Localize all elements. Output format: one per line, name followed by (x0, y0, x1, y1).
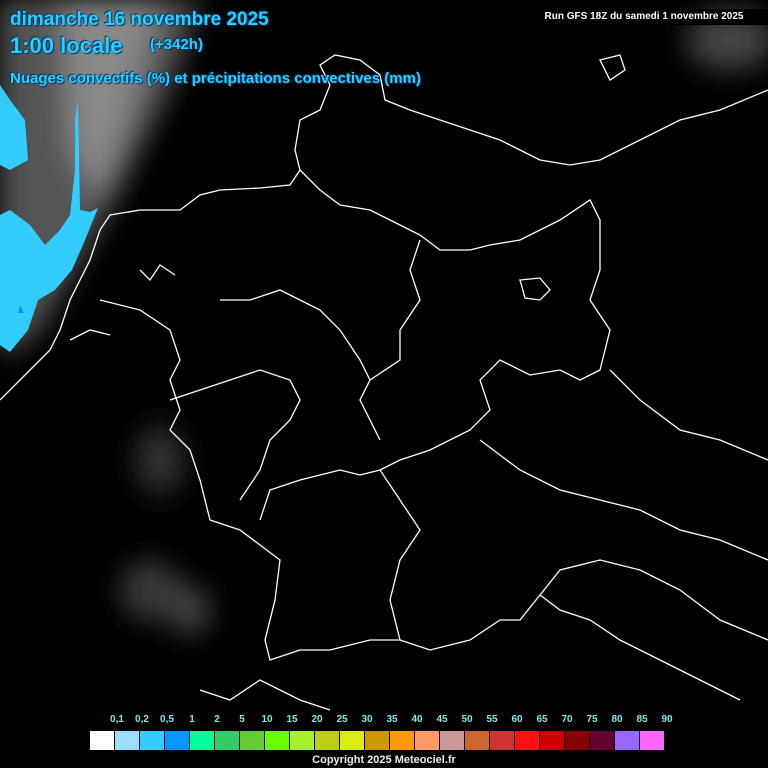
legend-swatch (140, 731, 165, 750)
legend-swatch (640, 731, 665, 750)
legend-label: 10 (261, 714, 273, 725)
legend-label: 65 (536, 714, 548, 725)
legend-label: 2 (214, 714, 220, 725)
forecast-time: 1:00 locale (10, 33, 123, 58)
legend-swatch (565, 731, 590, 750)
legend-swatch (440, 731, 465, 750)
legend-swatch (90, 731, 115, 750)
legend-label: 80 (611, 714, 623, 725)
legend-swatch (365, 731, 390, 750)
legend-label: 20 (311, 714, 323, 725)
legend-label: 0,2 (135, 714, 149, 725)
legend-swatch (390, 731, 415, 750)
legend-swatch (465, 731, 490, 750)
map-canvas (0, 0, 768, 711)
legend-swatch (415, 731, 440, 750)
legend-label: 0,5 (160, 714, 174, 725)
legend-label: 85 (636, 714, 648, 725)
forecast-date: dimanche 16 novembre 2025 (10, 9, 269, 30)
legend-swatch (240, 731, 265, 750)
legend-label: 35 (386, 714, 398, 725)
legend-label: 15 (286, 714, 298, 725)
legend-label: 70 (561, 714, 573, 725)
legend-swatch (315, 731, 340, 750)
forecast-lead-time: (+342h) (150, 36, 203, 53)
copyright: Copyright 2025 Meteociel.fr (312, 754, 456, 766)
legend-labels: 0,1 0,2 0,5 1 2 5 10 15 20 25 30 35 40 45 50 55 60 65 70 75… (90, 714, 690, 728)
legend-swatch (190, 731, 215, 750)
legend-label: 0,1 (110, 714, 124, 725)
legend-swatch (265, 731, 290, 750)
weather-map: dimanche 16 novembre 2025 1:00 locale (+… (0, 0, 768, 768)
legend-color-bar (90, 731, 665, 750)
legend-swatch (290, 731, 315, 750)
legend-label: 25 (336, 714, 348, 725)
legend-swatch (490, 731, 515, 750)
legend-label: 45 (436, 714, 448, 725)
legend-swatch (340, 731, 365, 750)
legend-label: 1 (189, 714, 195, 725)
legend-label: 75 (586, 714, 598, 725)
model-run-info: Run GFS 18Z du samedi 1 novembre 2025 (520, 9, 768, 25)
legend-swatch (165, 731, 190, 750)
legend-swatch (590, 731, 615, 750)
legend-label: 90 (661, 714, 673, 725)
legend-swatch (615, 731, 640, 750)
parameter-title: Nuages convectifs (%) et précipitations … (10, 70, 421, 87)
legend-label: 60 (511, 714, 523, 725)
legend-swatch (540, 731, 565, 750)
legend-label: 50 (461, 714, 473, 725)
legend-label: 5 (239, 714, 245, 725)
legend-swatch (215, 731, 240, 750)
legend-label: 30 (361, 714, 373, 725)
legend-label: 55 (486, 714, 498, 725)
legend-swatch (515, 731, 540, 750)
legend-label: 40 (411, 714, 423, 725)
legend-swatch (115, 731, 140, 750)
